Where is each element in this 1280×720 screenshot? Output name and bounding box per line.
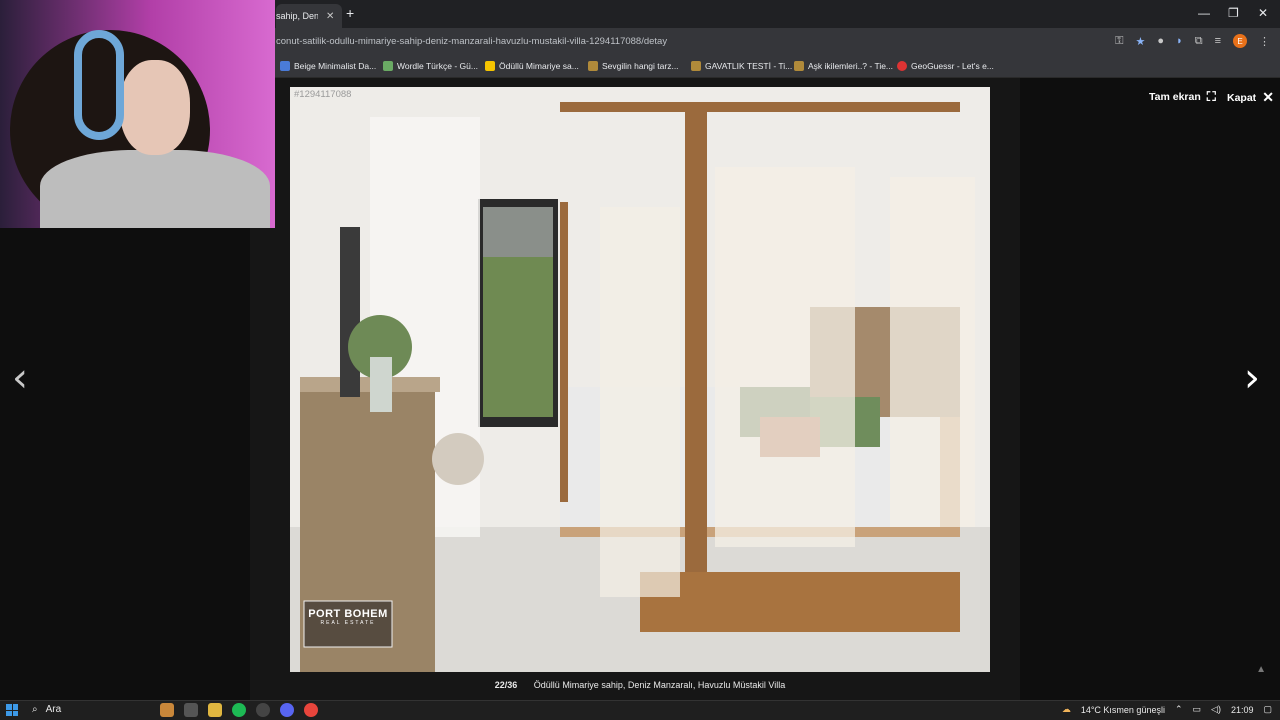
caption-text: Ödüllü Mimariye sahip, Deniz Manzaralı, … [533,680,786,690]
network-icon[interactable]: ▭ [1193,704,1202,715]
bookmark-item[interactable]: Ödüllü Mimariye sa... [485,61,579,71]
windows-start-icon[interactable] [6,704,18,716]
weather-icon: ☁ [1061,704,1071,714]
bookmark-star-icon[interactable]: ★ [1136,35,1146,48]
bookmark-item[interactable]: GeoGuessr - Let's e... [897,61,994,71]
browser-tab[interactable]: sahip, Deniz M ✕ [276,4,342,28]
search-icon: ⌕ [32,704,38,715]
photo-caption: 22/36 Ödüllü Mimariye sahip, Deniz Manza… [0,680,1280,700]
window-close-icon[interactable]: ✕ [1258,6,1268,20]
bookmark-item[interactable]: Beige Minimalist Da... [280,61,376,71]
chevron-left-icon[interactable]: ‹ [12,355,28,401]
cat-widget-icon[interactable] [160,703,174,717]
restore-icon[interactable]: ❐ [1228,6,1239,20]
discord-icon[interactable] [280,703,294,717]
bookmark-item[interactable]: Sevgilin hangi tarz... [588,61,679,71]
watermark: PORT BOHEM REAL ESTATE [308,608,388,626]
puzzle-icon[interactable]: ⧉ [1195,35,1203,48]
taskbar-search[interactable]: ⌕ Ara [32,704,61,715]
close-icon: ✕ [1262,89,1274,105]
bookmark-favicon-icon [691,61,701,71]
bookmark-favicon-icon [383,61,393,71]
tab-title: sahip, Deniz M [276,11,318,21]
close-button[interactable]: Kapat ✕ [1227,89,1274,106]
profile-avatar[interactable]: E [1233,34,1247,48]
notification-icon[interactable]: ▢ [1263,704,1272,715]
extension-icon[interactable]: ● [1157,35,1164,47]
chevron-right-icon[interactable]: › [1244,355,1260,401]
fullscreen-button[interactable]: Tam ekran ⛶ [1149,89,1216,105]
tab-close-icon[interactable]: ✕ [326,11,334,22]
key-icon[interactable]: ⚿ [1115,35,1123,48]
chrome-icon[interactable] [304,703,318,717]
taskbar-apps [160,703,318,717]
bookmark-item[interactable]: Aşk ikilemleri..? - Tie... [794,61,893,71]
spotify-icon[interactable] [232,703,246,717]
tray-chevron-icon[interactable]: ⌃ [1175,704,1183,715]
bookmark-favicon-icon [485,61,495,71]
listing-photo[interactable] [290,87,990,672]
file-explorer-icon[interactable] [208,703,222,717]
address-bar-icons: ⚿ ★ ● ◗ ⧉ ≡ E ⋮ [1115,34,1270,48]
volume-icon[interactable]: ◁) [1211,704,1221,715]
headset-icon [74,30,124,140]
scroll-top-icon[interactable]: ▲ [1256,664,1266,675]
url-field[interactable]: conut-satilik-odullu-mimariye-sahip-deni… [276,36,667,47]
obs-icon[interactable] [256,703,270,717]
fullscreen-icon: ⛶ [1206,89,1216,104]
bookmark-favicon-icon [794,61,804,71]
bookmark-favicon-icon [897,61,907,71]
weather-text[interactable]: 14°C Kısmen güneşli [1081,705,1165,715]
menu-icon[interactable]: ⋮ [1259,35,1270,48]
task-view-icon[interactable] [184,703,198,717]
webcam-overlay [0,0,275,228]
audio-icon[interactable]: ◗ [1176,35,1183,47]
bookmark-item[interactable]: Wordle Türkçe - Gü... [383,61,478,71]
minimize-icon[interactable]: — [1198,6,1210,20]
bedroom-image [290,87,990,672]
media-icon[interactable]: ≡ [1215,35,1221,47]
bookmark-item[interactable]: GAVATLIK TESTİ - Ti... [691,61,792,71]
bookmark-favicon-icon [588,61,598,71]
new-tab-button[interactable]: + [346,5,354,21]
clock[interactable]: 21:09 [1231,705,1254,715]
system-tray: ☁ 14°C Kısmen güneşli ⌃ ▭ ◁) 21:09 ▢ [1062,704,1272,715]
photo-counter: 22/36 [494,680,518,690]
photo-id: #1294117088 [294,89,352,100]
windows-taskbar: ⌕ Ara ☁ 14°C Kısmen güneşli ⌃ ▭ ◁) 21:09… [0,700,1280,720]
bookmark-favicon-icon [280,61,290,71]
